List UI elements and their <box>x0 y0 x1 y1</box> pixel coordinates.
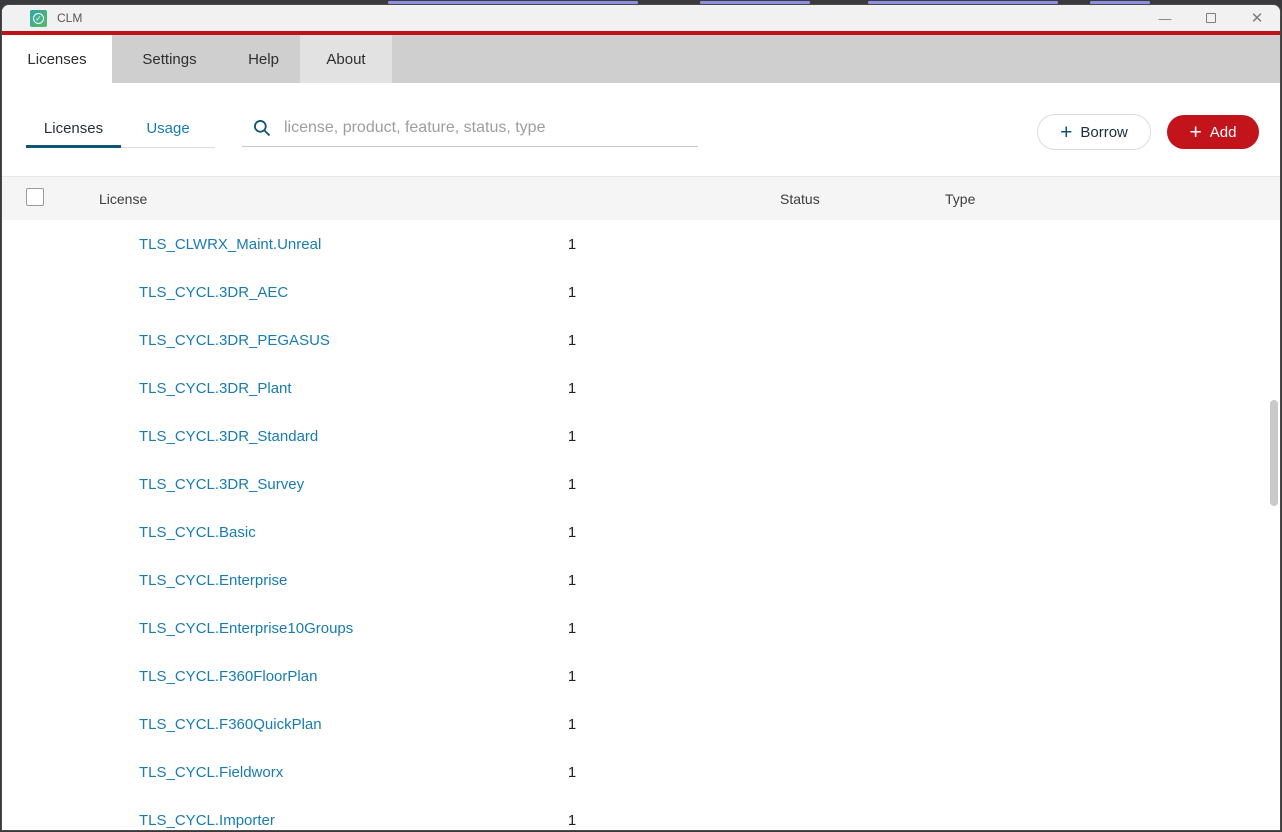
tab-about[interactable]: About <box>300 35 392 83</box>
app-window: ✓ CLM — ✕ Licenses Settings Help About L… <box>1 4 1281 831</box>
license-count: 1 <box>567 715 577 733</box>
sub-tab-bar: Licenses Usage <box>26 108 215 148</box>
main-tab-bar: Licenses Settings Help About <box>2 35 1280 83</box>
add-button[interactable]: + Add <box>1167 115 1259 149</box>
license-count: 1 <box>567 379 577 397</box>
license-link[interactable]: TLS_CYCL.3DR_Plant <box>139 364 292 412</box>
tab-licenses[interactable]: Licenses <box>2 35 112 83</box>
table-row: TLS_CYCL.Basic 1 <box>2 508 1280 556</box>
minimize-icon: — <box>1158 10 1172 26</box>
license-link[interactable]: TLS_CYCL.Enterprise <box>139 556 287 604</box>
minimize-button[interactable]: — <box>1142 5 1188 31</box>
search-icon <box>253 119 271 136</box>
license-count: 1 <box>567 475 577 493</box>
column-header-status[interactable]: Status <box>780 177 820 221</box>
license-link[interactable]: TLS_CYCL.3DR_AEC <box>139 268 288 316</box>
select-all-checkbox[interactable] <box>26 188 44 206</box>
maximize-icon <box>1206 13 1216 23</box>
table-header: License Status Type <box>2 176 1280 220</box>
borrow-button[interactable]: + Borrow <box>1037 114 1151 150</box>
license-link[interactable]: TLS_CLWRX_Maint.Unreal <box>139 220 321 268</box>
license-count: 1 <box>567 667 577 685</box>
search-field <box>242 109 698 147</box>
close-button[interactable]: ✕ <box>1234 5 1280 31</box>
table-row: TLS_CYCL.3DR_PEGASUS 1 <box>2 316 1280 364</box>
table-row: TLS_CLWRX_Maint.Unreal 1 <box>2 220 1280 268</box>
license-link[interactable]: TLS_CYCL.3DR_Standard <box>139 412 318 460</box>
tab-help[interactable]: Help <box>227 35 300 83</box>
check-icon: ✓ <box>33 12 44 24</box>
close-icon: ✕ <box>1250 10 1264 27</box>
maximize-button[interactable] <box>1188 5 1234 31</box>
license-count: 1 <box>567 523 577 541</box>
table-row: TLS_CYCL.F360QuickPlan 1 <box>2 700 1280 748</box>
license-link[interactable]: TLS_CYCL.F360QuickPlan <box>139 700 322 748</box>
subtab-licenses[interactable]: Licenses <box>26 108 121 148</box>
license-count: 1 <box>567 331 577 349</box>
license-table-body: TLS_CLWRX_Maint.Unreal 1 TLS_CYCL.3DR_AE… <box>2 220 1280 830</box>
plus-icon: + <box>1189 120 1202 144</box>
license-count: 1 <box>567 235 577 253</box>
license-link[interactable]: TLS_CYCL.F360FloorPlan <box>139 652 317 700</box>
table-row: TLS_CYCL.3DR_Standard 1 <box>2 412 1280 460</box>
license-count: 1 <box>567 571 577 589</box>
license-link[interactable]: TLS_CYCL.Fieldworx <box>139 748 283 796</box>
table-row: TLS_CYCL.F360FloorPlan 1 <box>2 652 1280 700</box>
table-row: TLS_CYCL.Enterprise 1 <box>2 556 1280 604</box>
license-count: 1 <box>567 427 577 445</box>
borrow-button-label: Borrow <box>1080 123 1128 141</box>
license-count: 1 <box>567 763 577 781</box>
license-count: 1 <box>567 811 577 829</box>
table-row: TLS_CYCL.3DR_AEC 1 <box>2 268 1280 316</box>
table-row: TLS_CYCL.Enterprise10Groups 1 <box>2 604 1280 652</box>
subtab-usage[interactable]: Usage <box>121 108 215 148</box>
license-link[interactable]: TLS_CYCL.3DR_Survey <box>139 460 304 508</box>
title-bar: ✓ CLM — ✕ <box>2 5 1280 31</box>
table-row: TLS_CYCL.3DR_Plant 1 <box>2 364 1280 412</box>
search-input[interactable] <box>284 118 698 137</box>
vertical-scrollbar-thumb[interactable] <box>1270 400 1278 506</box>
column-header-type[interactable]: Type <box>945 177 975 221</box>
license-count: 1 <box>567 283 577 301</box>
license-link[interactable]: TLS_CYCL.Basic <box>139 508 256 556</box>
table-row: TLS_CYCL.Fieldworx 1 <box>2 748 1280 796</box>
add-button-label: Add <box>1209 123 1237 141</box>
tab-settings[interactable]: Settings <box>112 35 227 83</box>
table-row: TLS_CYCL.3DR_Survey 1 <box>2 460 1280 508</box>
license-link[interactable]: TLS_CYCL.3DR_PEGASUS <box>139 316 330 364</box>
license-link[interactable]: TLS_CYCL.Enterprise10Groups <box>139 604 353 652</box>
app-logo-icon: ✓ <box>30 9 47 27</box>
window-title: CLM <box>57 11 83 25</box>
table-row: TLS_CYCL.Importer 1 <box>2 796 1280 830</box>
license-link[interactable]: TLS_CYCL.Importer <box>139 796 275 830</box>
plus-icon: + <box>1060 120 1073 144</box>
window-controls: — ✕ <box>1142 5 1280 31</box>
column-header-license[interactable]: License <box>99 177 147 221</box>
license-count: 1 <box>567 619 577 637</box>
